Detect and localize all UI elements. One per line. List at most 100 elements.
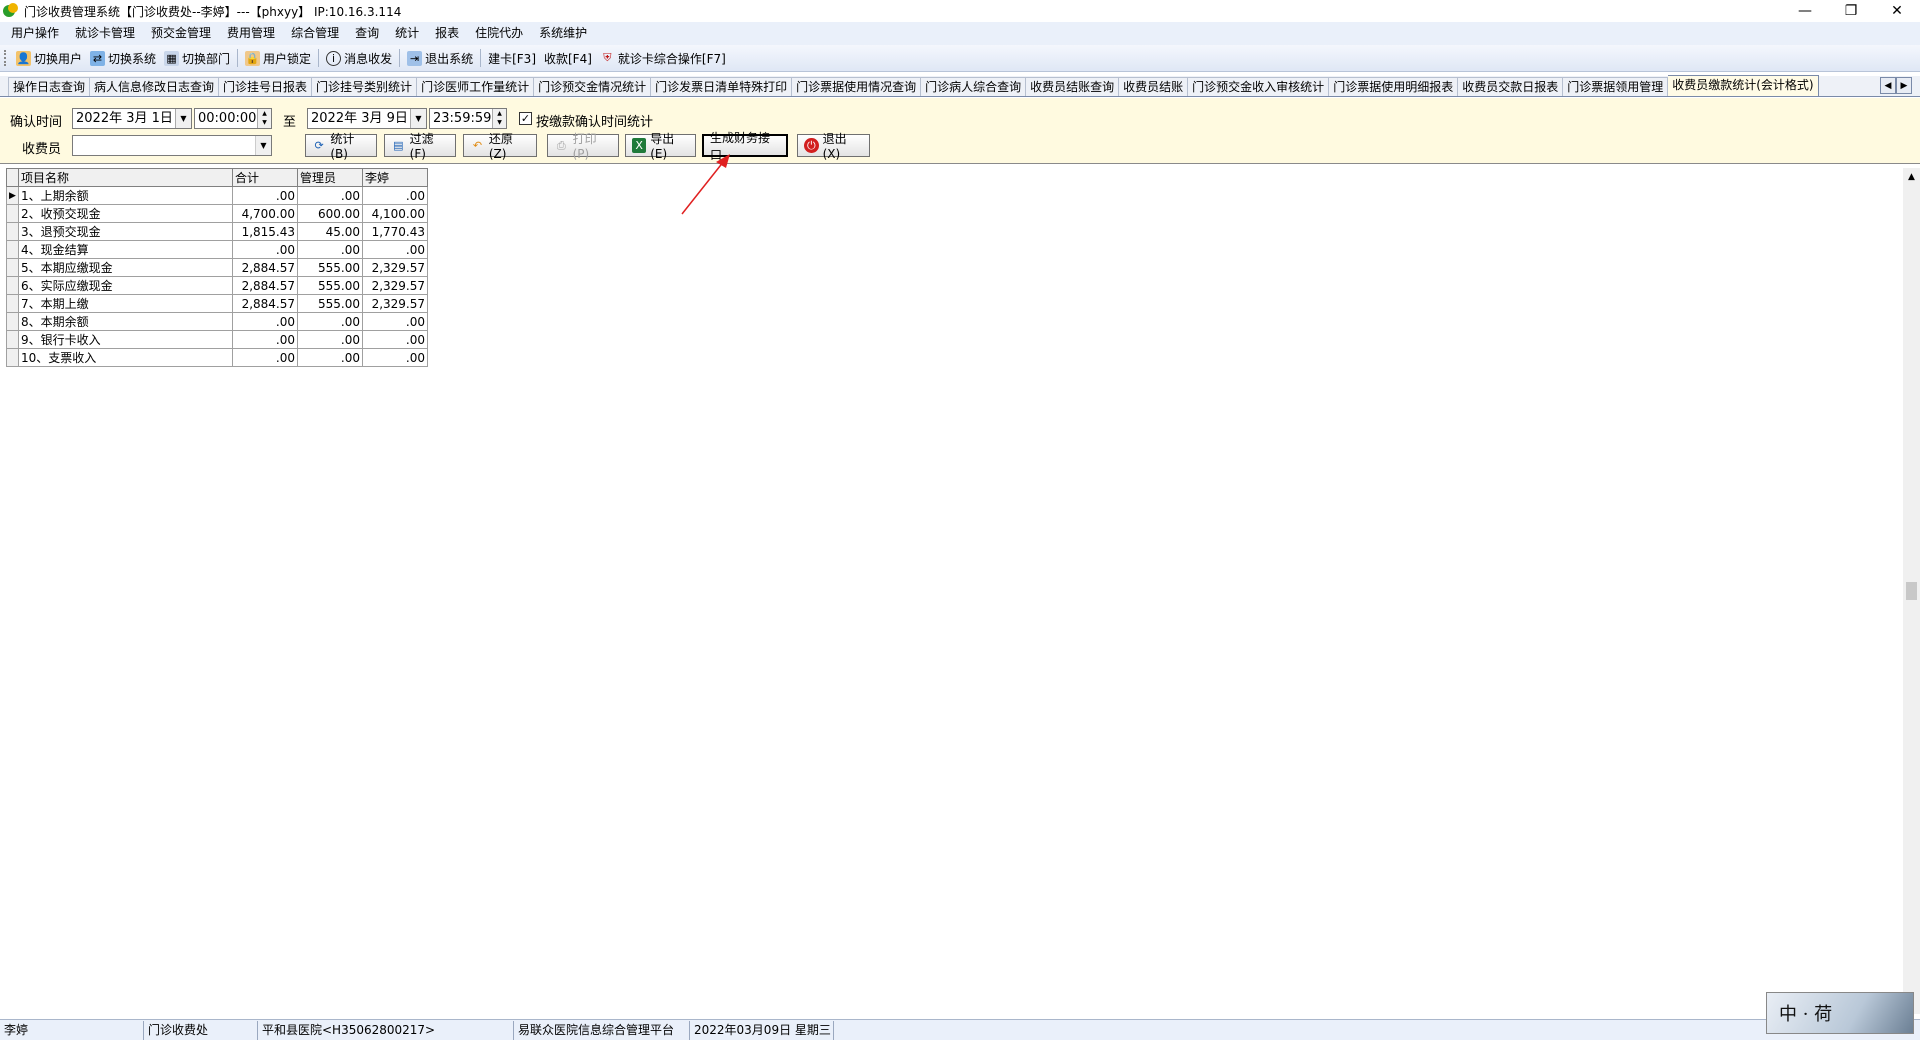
payment-stats-grid[interactable]: 项目名称 合计 管理员 李婷 ▶ 1、上期余额 .00 .00 .00 2、收预…	[6, 168, 428, 367]
table-cell[interactable]: 4,700.00	[232, 204, 298, 223]
confirm-time-checkbox[interactable]: ✓	[519, 112, 532, 125]
table-cell[interactable]: 555.00	[297, 258, 363, 277]
menu-user[interactable]: 用户操作	[3, 22, 67, 45]
tab-operation-log[interactable]: 操作日志查询	[8, 77, 91, 96]
table-cell[interactable]: .00	[297, 312, 363, 331]
exit-system-button[interactable]: ⇥ 退出系统	[403, 47, 477, 69]
user-lock-button[interactable]: 🔒 用户锁定	[241, 47, 315, 69]
cashier-select[interactable]: ▼	[72, 135, 272, 156]
create-card-button[interactable]: 建卡[F3]	[484, 47, 540, 69]
table-cell[interactable]: 2,884.57	[232, 258, 298, 277]
menu-reports[interactable]: 报表	[427, 22, 467, 45]
table-row[interactable]: 3、退预交现金 1,815.43 45.00 1,770.43	[6, 222, 428, 241]
close-button[interactable]: ✕	[1874, 0, 1920, 22]
tab-payment-daily[interactable]: 收费员交款日报表	[1458, 77, 1564, 96]
table-cell[interactable]: 4、现金结算	[18, 240, 233, 259]
generate-finance-interface-button[interactable]: 生成财务接口	[702, 131, 788, 162]
switch-system-button[interactable]: ⇄ 切换系统	[86, 47, 160, 69]
minimize-button[interactable]: —	[1782, 0, 1828, 22]
table-cell[interactable]: 2,329.57	[362, 258, 428, 277]
table-row[interactable]: 5、本期应缴现金 2,884.57 555.00 2,329.57	[6, 258, 428, 277]
tab-scroll-left-icon[interactable]: ◀	[1880, 77, 1896, 94]
tab-payment-stats-accounting[interactable]: 收费员缴款统计(会计格式)	[1668, 75, 1819, 96]
tab-deposit-audit[interactable]: 门诊预交金收入审核统计	[1188, 77, 1330, 96]
scroll-up-icon[interactable]: ▲	[1903, 168, 1920, 185]
end-date-picker[interactable]: 2022年 3月 9日 ▼	[307, 108, 427, 129]
menu-card[interactable]: 就诊卡管理	[67, 22, 143, 45]
tab-registration-category[interactable]: 门诊挂号类别统计	[312, 77, 418, 96]
table-cell[interactable]: .00	[232, 186, 298, 205]
menu-stats[interactable]: 统计	[387, 22, 427, 45]
menu-deposit[interactable]: 预交金管理	[143, 22, 219, 45]
card-operations-button[interactable]: ⛨ 就诊卡综合操作[F7]	[596, 47, 730, 69]
spinner-icon[interactable]: ▲ ▼	[492, 109, 506, 128]
tab-scroll-right-icon[interactable]: ▶	[1896, 77, 1912, 94]
table-cell[interactable]: .00	[232, 348, 298, 367]
column-liting[interactable]: 李婷	[362, 168, 428, 187]
table-cell[interactable]: 6、实际应缴现金	[18, 276, 233, 295]
table-cell[interactable]: 2,884.57	[232, 294, 298, 313]
restore-button[interactable]: ↶ 还原(Z)	[463, 132, 537, 161]
table-cell[interactable]: .00	[362, 348, 428, 367]
table-cell[interactable]: 45.00	[297, 222, 363, 241]
table-cell[interactable]: .00	[232, 330, 298, 349]
table-cell[interactable]: .00	[232, 312, 298, 331]
table-row[interactable]: 7、本期上缴 2,884.57 555.00 2,329.57	[6, 294, 428, 313]
chevron-down-icon[interactable]: ▼	[255, 136, 271, 155]
table-cell[interactable]: 2、收预交现金	[18, 204, 233, 223]
filter-button[interactable]: ▤ 过滤(F)	[384, 132, 456, 161]
switch-user-button[interactable]: 👤 切换用户	[12, 47, 86, 69]
table-cell[interactable]: 1,770.43	[362, 222, 428, 241]
tab-physician-workload[interactable]: 门诊医师工作量统计	[417, 77, 535, 96]
table-cell[interactable]: .00	[297, 330, 363, 349]
restore-button[interactable]: ❐	[1828, 0, 1874, 22]
table-cell[interactable]: 555.00	[297, 276, 363, 295]
menu-system[interactable]: 系统维护	[531, 22, 595, 45]
tab-receipt-usage[interactable]: 门诊票据使用情况查询	[792, 77, 922, 96]
scroll-thumb[interactable]	[1906, 582, 1917, 600]
table-cell[interactable]: .00	[362, 240, 428, 259]
table-row[interactable]: 10、支票收入 .00 .00 .00	[6, 348, 428, 367]
table-cell[interactable]: 3、退预交现金	[18, 222, 233, 241]
menu-query[interactable]: 查询	[347, 22, 387, 45]
print-button[interactable]: ⎙ 打印(P)	[547, 132, 619, 161]
table-cell[interactable]: 2,884.57	[232, 276, 298, 295]
menu-fee[interactable]: 费用管理	[219, 22, 283, 45]
tab-patient-log[interactable]: 病人信息修改日志查询	[90, 77, 220, 96]
tab-deposit-stats[interactable]: 门诊预交金情况统计	[534, 77, 652, 96]
table-cell[interactable]: .00	[362, 186, 428, 205]
table-cell[interactable]: 1,815.43	[232, 222, 298, 241]
table-cell[interactable]: .00	[297, 240, 363, 259]
column-total[interactable]: 合计	[232, 168, 298, 187]
table-cell[interactable]: .00	[362, 312, 428, 331]
tab-settlement-query[interactable]: 收费员结账查询	[1026, 77, 1120, 96]
tab-receipt-issue[interactable]: 门诊票据领用管理	[1563, 77, 1669, 96]
table-cell[interactable]: .00	[362, 330, 428, 349]
table-cell[interactable]: 4,100.00	[362, 204, 428, 223]
table-row[interactable]: 6、实际应缴现金 2,884.57 555.00 2,329.57	[6, 276, 428, 295]
table-cell[interactable]: 555.00	[297, 294, 363, 313]
switch-department-button[interactable]: ▦ 切换部门	[160, 47, 234, 69]
table-cell[interactable]: 2,329.57	[362, 276, 428, 295]
message-button[interactable]: i 消息收发	[322, 47, 396, 69]
exit-button[interactable]: ⏻ 退出(X)	[797, 132, 870, 161]
spinner-icon[interactable]: ▲ ▼	[257, 109, 271, 128]
export-button[interactable]: X 导出(E)	[625, 132, 696, 161]
tab-registration-daily[interactable]: 门诊挂号日报表	[219, 77, 313, 96]
table-row[interactable]: 9、银行卡收入 .00 .00 .00	[6, 330, 428, 349]
menu-general[interactable]: 综合管理	[283, 22, 347, 45]
column-item-name[interactable]: 项目名称	[18, 168, 233, 187]
table-cell[interactable]: .00	[297, 348, 363, 367]
chevron-down-icon[interactable]: ▼	[410, 109, 426, 128]
toolbar-grip[interactable]	[4, 50, 7, 66]
chevron-down-icon[interactable]: ▼	[175, 109, 191, 128]
table-cell[interactable]: 9、银行卡收入	[18, 330, 233, 349]
table-cell[interactable]: 1、上期余额	[18, 186, 233, 205]
collect-payment-button[interactable]: 收款[F4]	[540, 47, 596, 69]
table-row[interactable]: 8、本期余额 .00 .00 .00	[6, 312, 428, 331]
table-row[interactable]: 2、收预交现金 4,700.00 600.00 4,100.00	[6, 204, 428, 223]
table-cell[interactable]: 5、本期应缴现金	[18, 258, 233, 277]
end-time-field[interactable]: 23:59:59 ▲ ▼	[429, 108, 507, 129]
start-date-picker[interactable]: 2022年 3月 1日 ▼	[72, 108, 192, 129]
table-cell[interactable]: 10、支票收入	[18, 348, 233, 367]
